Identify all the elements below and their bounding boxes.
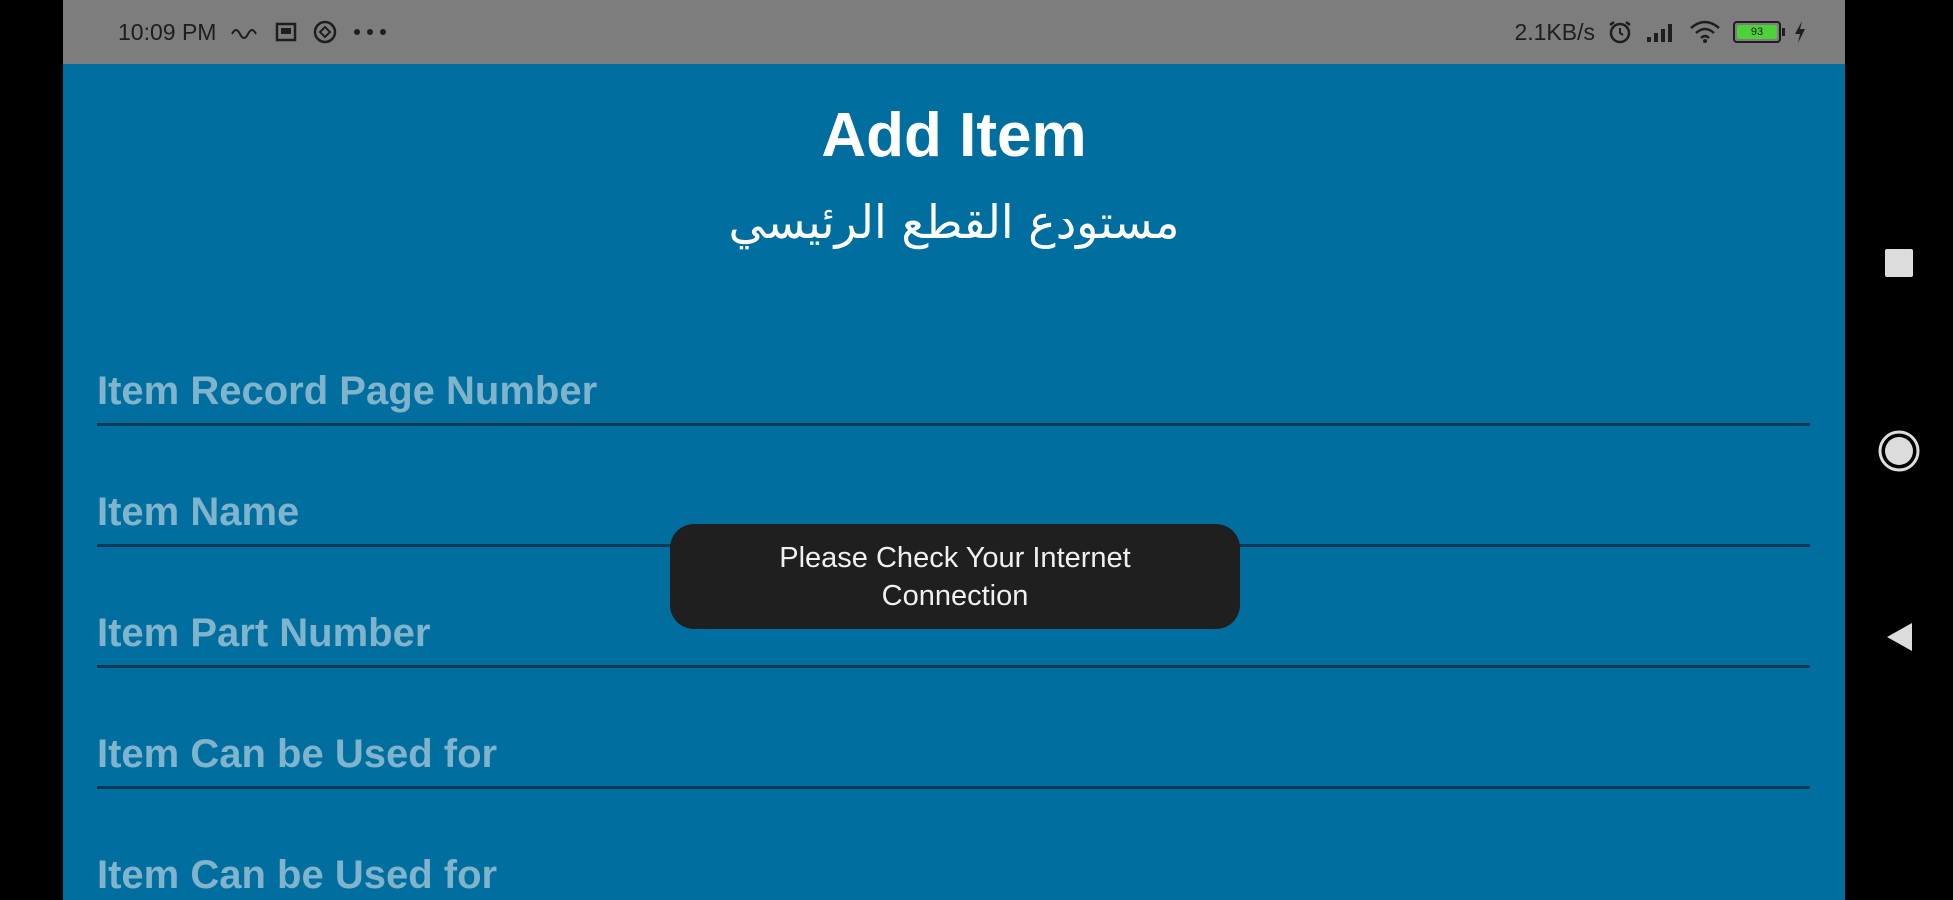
page-title: Add Item: [821, 101, 1087, 170]
cell-signal-icon: [1645, 21, 1677, 43]
more-dots-icon: [352, 27, 388, 37]
status-time: 10:09 PM: [118, 18, 217, 45]
item-can-be-used-for-field-2[interactable]: [97, 847, 1810, 900]
notification-icon: [274, 21, 298, 43]
app-screen: 10:09 PM 2.1KB/s 93 Add Item مستودع القط…: [63, 0, 1845, 900]
status-bar: 10:09 PM 2.1KB/s 93: [63, 0, 1845, 64]
status-right: 2.1KB/s 93: [1514, 0, 1807, 64]
item-record-page-number-input[interactable]: [97, 365, 1810, 417]
signal-wave-icon: [230, 24, 260, 40]
item-record-page-number-field[interactable]: [97, 363, 1810, 426]
network-speed: 2.1KB/s: [1514, 18, 1595, 45]
back-triangle-icon[interactable]: [1845, 597, 1953, 677]
status-left: 10:09 PM: [118, 0, 388, 64]
item-can-be-used-for-input-2[interactable]: [97, 849, 1810, 900]
sync-icon: [312, 19, 338, 45]
item-can-be-used-for-field[interactable]: [97, 726, 1810, 789]
battery-level: 93: [1737, 25, 1777, 39]
recents-square-icon[interactable]: [1845, 223, 1953, 303]
wifi-icon: [1689, 20, 1721, 44]
item-can-be-used-for-input[interactable]: [97, 728, 1810, 780]
toast-message: Please Check Your Internet Connection: [670, 524, 1240, 629]
charging-icon: [1793, 20, 1807, 44]
battery-icon: 93: [1733, 21, 1785, 43]
page-subtitle: مستودع القطع الرئيسي: [728, 195, 1180, 249]
navigation-bar: [1845, 0, 1953, 900]
home-circle-icon[interactable]: [1845, 411, 1953, 491]
alarm-icon: [1607, 19, 1633, 45]
